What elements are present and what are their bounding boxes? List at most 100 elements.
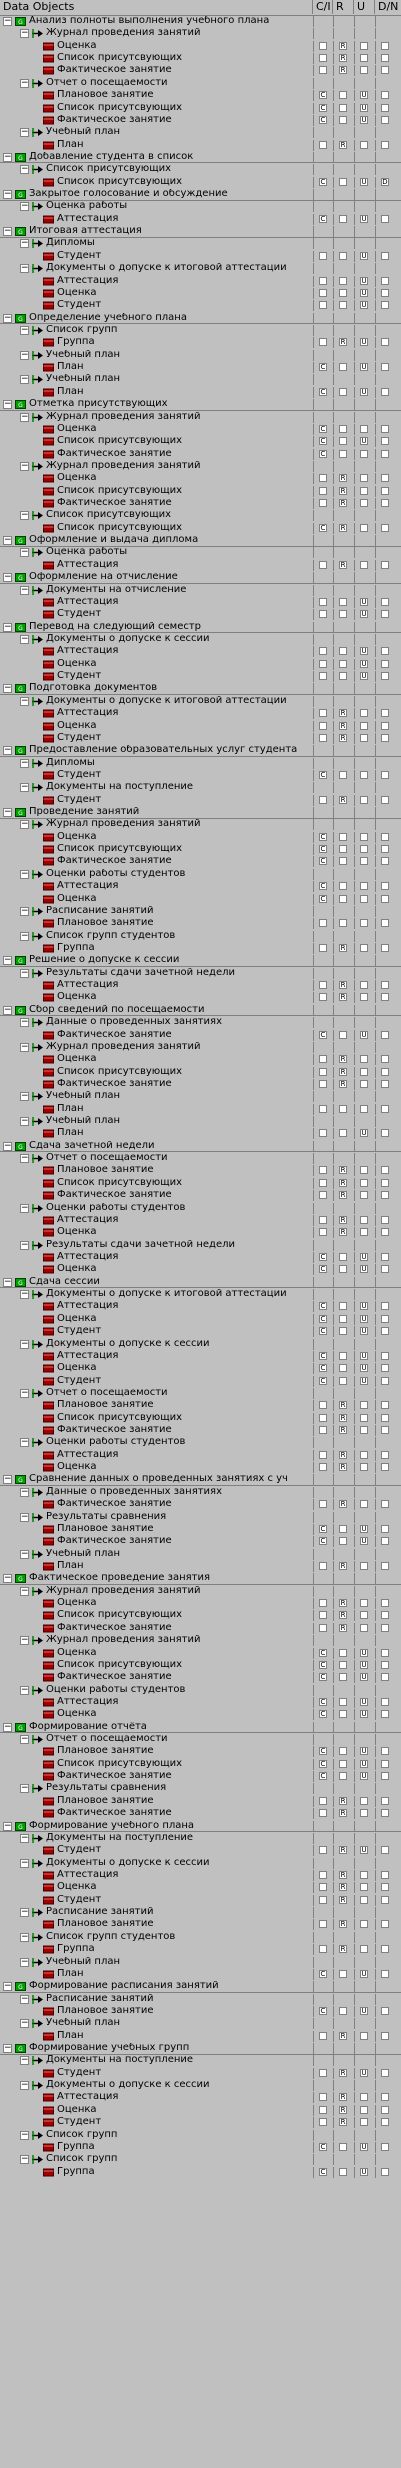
entity-row[interactable]: Аттестация C U	[0, 1252, 401, 1263]
permission-checkbox[interactable]	[319, 288, 327, 297]
entity-row[interactable]: Список присутсвующих C U	[0, 1659, 401, 1671]
permission-checkbox[interactable]: C	[319, 214, 327, 223]
permission-checkbox[interactable]	[360, 919, 368, 928]
permission-checkbox[interactable]	[319, 338, 327, 347]
permission-checkbox[interactable]: R	[339, 1920, 347, 1929]
entity-row[interactable]: Фактическое занятие R	[0, 1425, 401, 1437]
permission-checkbox[interactable]	[360, 795, 368, 804]
permission-checkbox[interactable]	[319, 709, 327, 718]
permission-checkbox[interactable]	[339, 177, 347, 186]
entity-row[interactable]: Аттестация U	[0, 275, 401, 287]
permission-checkbox[interactable]	[319, 301, 327, 310]
tree-toggle-icon[interactable]: −	[20, 78, 29, 88]
permission-checkbox[interactable]: C	[319, 845, 327, 854]
permission-checkbox[interactable]	[360, 424, 368, 433]
permission-checkbox[interactable]: R	[339, 981, 347, 990]
permission-checkbox[interactable]: C	[319, 1327, 327, 1336]
tree-toggle-icon[interactable]: −	[20, 931, 29, 941]
entity-row[interactable]: Оценка R	[0, 40, 401, 52]
dataflow-row[interactable]: − Данные о проведенных занятиях	[0, 1486, 401, 1498]
dataflow-row[interactable]: − Список присутсвующих	[0, 164, 401, 176]
permission-checkbox[interactable]	[360, 832, 368, 841]
permission-checkbox[interactable]: U	[360, 288, 368, 297]
entity-row[interactable]: Студент C U	[0, 1326, 401, 1338]
tree-toggle-icon[interactable]: −	[20, 1154, 29, 1164]
permission-checkbox[interactable]	[360, 2118, 368, 2127]
permission-checkbox[interactable]	[339, 832, 347, 841]
permission-checkbox[interactable]	[360, 1895, 368, 1904]
tree-toggle-icon[interactable]: −	[20, 461, 29, 471]
permission-checkbox[interactable]: U	[360, 301, 368, 310]
permission-checkbox[interactable]	[381, 944, 389, 952]
entity-row[interactable]: Оценка U	[0, 658, 401, 670]
process-row[interactable]: − G Решение о допуске к сессии	[0, 955, 401, 967]
permission-checkbox[interactable]	[381, 1079, 389, 1088]
permission-checkbox[interactable]: D	[381, 177, 389, 186]
entity-row[interactable]: План R	[0, 139, 401, 151]
entity-row[interactable]: Студент C	[0, 769, 401, 781]
dataflow-row[interactable]: − Документы на поступление	[0, 2055, 401, 2067]
tree-toggle-icon[interactable]: −	[20, 1858, 29, 1868]
permission-checkbox[interactable]	[381, 1166, 389, 1175]
permission-checkbox[interactable]	[381, 1215, 389, 1224]
entity-row[interactable]: Список присутсвующих C	[0, 844, 401, 856]
permission-checkbox[interactable]	[339, 882, 347, 891]
permission-checkbox[interactable]	[319, 1945, 327, 1954]
permission-checkbox[interactable]	[381, 115, 389, 124]
dataflow-row[interactable]: − Список групп студентов	[0, 1931, 401, 1943]
permission-checkbox[interactable]	[360, 733, 368, 742]
permission-checkbox[interactable]	[339, 288, 347, 297]
permission-checkbox[interactable]: U	[360, 659, 368, 668]
entity-row[interactable]: Плановое занятие R	[0, 1165, 401, 1177]
permission-checkbox[interactable]: C	[319, 1747, 327, 1756]
entity-row[interactable]: Аттестация C U	[0, 1350, 401, 1362]
entity-row[interactable]: Фактическое занятие R	[0, 1808, 401, 1820]
permission-checkbox[interactable]	[381, 251, 389, 260]
dataflow-row[interactable]: − Журнал проведения занятий	[0, 1041, 401, 1053]
permission-checkbox[interactable]: U	[360, 1351, 368, 1360]
permission-checkbox[interactable]: R	[339, 1055, 347, 1064]
permission-checkbox[interactable]: R	[339, 1846, 347, 1855]
permission-checkbox[interactable]: U	[360, 1364, 368, 1373]
permission-checkbox[interactable]	[339, 1327, 347, 1336]
permission-checkbox[interactable]	[339, 251, 347, 260]
permission-checkbox[interactable]	[339, 1648, 347, 1657]
permission-checkbox[interactable]	[381, 721, 389, 730]
entity-row[interactable]: Аттестация R	[0, 980, 401, 992]
tree-toggle-icon[interactable]: −	[20, 1908, 29, 1918]
permission-checkbox[interactable]	[339, 91, 347, 100]
permission-checkbox[interactable]	[319, 721, 327, 730]
permission-checkbox[interactable]	[319, 993, 327, 1002]
dataflow-row[interactable]: − Журнал проведения занятий	[0, 460, 401, 472]
permission-checkbox[interactable]	[319, 610, 327, 619]
permission-checkbox[interactable]: U	[360, 1772, 368, 1781]
permission-checkbox[interactable]: C	[319, 363, 327, 372]
entity-row[interactable]: Оценка R	[0, 992, 401, 1004]
permission-checkbox[interactable]	[360, 1623, 368, 1632]
permission-checkbox[interactable]	[381, 1747, 389, 1756]
permission-checkbox[interactable]	[339, 1710, 347, 1719]
tree-toggle-icon[interactable]: −	[20, 326, 29, 335]
permission-checkbox[interactable]	[319, 1871, 327, 1879]
permission-checkbox[interactable]	[319, 486, 327, 495]
permission-checkbox[interactable]	[381, 1265, 389, 1274]
entity-row[interactable]: Аттестация R	[0, 1870, 401, 1881]
entity-row[interactable]: Фактическое занятие C U	[0, 114, 401, 126]
entity-row[interactable]: Плановое занятие R	[0, 1919, 401, 1931]
process-row[interactable]: − G Сравнение данных о проведенных занятия…	[0, 1474, 401, 1486]
permission-checkbox[interactable]	[319, 41, 327, 50]
permission-checkbox[interactable]	[381, 1969, 389, 1978]
permission-checkbox[interactable]	[360, 1796, 368, 1805]
permission-checkbox[interactable]	[339, 1104, 347, 1113]
permission-checkbox[interactable]	[381, 1710, 389, 1719]
permission-checkbox[interactable]	[319, 2031, 327, 2040]
permission-checkbox[interactable]	[381, 1611, 389, 1620]
entity-row[interactable]: Плановое занятие	[0, 918, 401, 930]
dataflow-row[interactable]: − Оценки работы студентов	[0, 1202, 401, 1214]
permission-checkbox[interactable]	[360, 1883, 368, 1892]
permission-checkbox[interactable]: U	[360, 276, 368, 285]
permission-checkbox[interactable]: U	[360, 1759, 368, 1768]
entity-row[interactable]: Аттестация R	[0, 2092, 401, 2104]
tree-toggle-icon[interactable]: −	[20, 1203, 29, 1213]
tree-toggle-icon[interactable]: −	[20, 1512, 29, 1522]
